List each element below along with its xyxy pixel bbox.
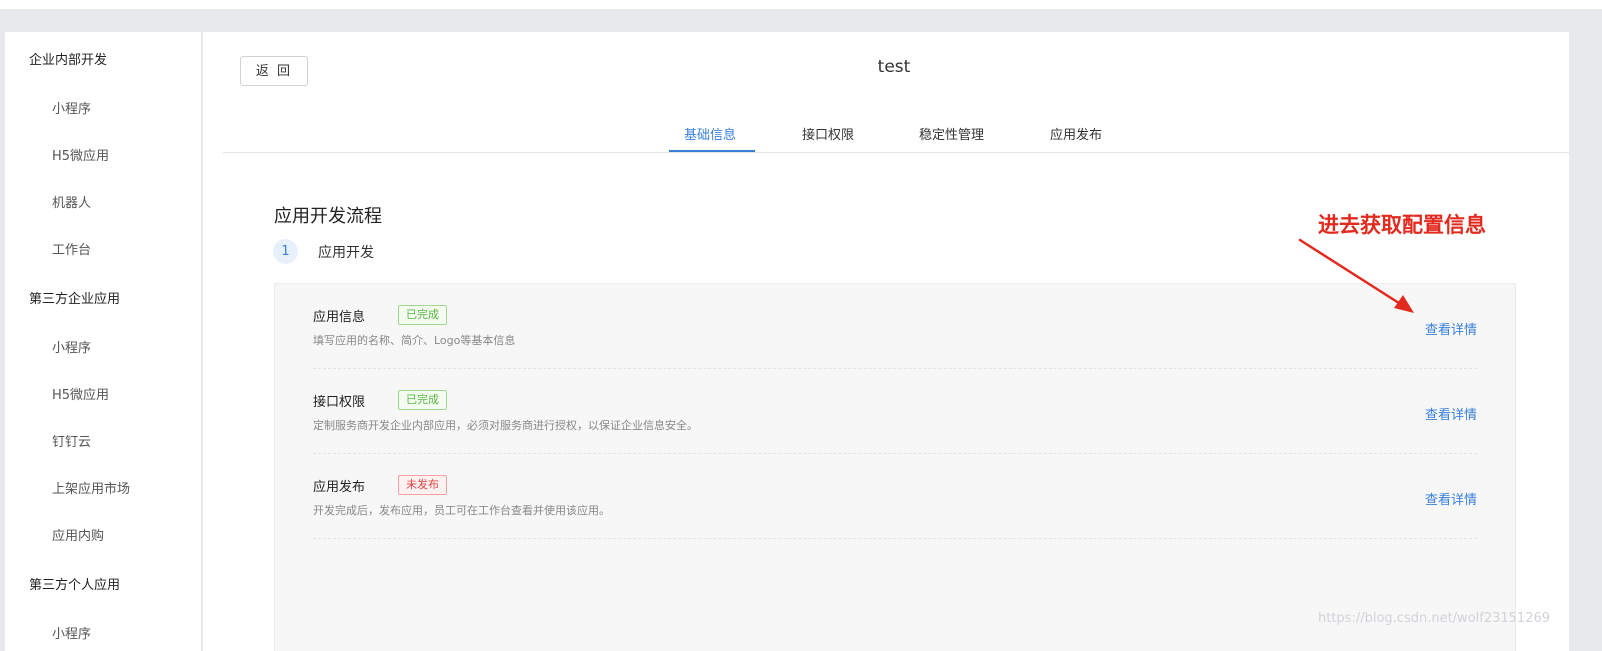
sidebar-item-miniprogram-3[interactable]: 小程序	[52, 623, 91, 642]
status-badge: 已完成	[398, 390, 447, 410]
sidebar-item-workbench[interactable]: 工作台	[52, 239, 91, 258]
sidebar-item-dingtalk-cloud[interactable]: 钉钉云	[52, 431, 91, 450]
sidebar-group-internal-dev[interactable]: 企业内部开发	[29, 49, 107, 68]
step-number-badge: 1	[273, 239, 298, 264]
tab-app-release[interactable]: 应用发布	[1050, 124, 1102, 143]
step-label: 应用开发	[318, 245, 374, 261]
tab-api-permissions[interactable]: 接口权限	[802, 124, 854, 143]
status-badge: 未发布	[398, 475, 447, 495]
sidebar-item-h5-app-2[interactable]: H5微应用	[52, 384, 109, 403]
sidebar-item-h5-app[interactable]: H5微应用	[52, 145, 109, 164]
row-title: 应用信息	[313, 310, 366, 325]
view-details-link[interactable]: 查看详情	[1425, 319, 1477, 338]
sidebar-group-third-party-personal[interactable]: 第三方个人应用	[29, 574, 120, 593]
top-band	[0, 0, 1602, 9]
sidebar-item-miniprogram[interactable]: 小程序	[52, 98, 91, 117]
sidebar-group-third-party-enterprise[interactable]: 第三方企业应用	[29, 288, 120, 307]
sidebar-item-miniprogram-2[interactable]: 小程序	[52, 337, 91, 356]
list-item-api-permissions: 接口权限 已完成 定制服务商开发企业内部应用，必须对服务商进行授权，以保证企业信…	[313, 369, 1477, 454]
main-content: 返 回 test 基础信息 接口权限 稳定性管理 应用发布 应用开发流程 1 应…	[203, 32, 1569, 651]
status-badge: 已完成	[398, 305, 447, 325]
row-title: 接口权限	[313, 395, 366, 410]
row-description: 填写应用的名称、简介、Logo等基本信息	[313, 334, 516, 347]
sidebar: 企业内部开发 小程序 H5微应用 机器人 工作台 第三方企业应用 小程序 H5微…	[5, 32, 201, 651]
tab-basic-info[interactable]: 基础信息	[684, 124, 736, 143]
sidebar-item-app-market[interactable]: 上架应用市场	[52, 478, 130, 497]
watermark: https://blog.csdn.net/wolf23151269	[1318, 611, 1551, 626]
row-title: 应用发布	[313, 480, 366, 495]
section-title: 应用开发流程	[274, 206, 382, 227]
list-item-app-release: 应用发布 未发布 开发完成后，发布应用，员工可在工作台查看并使用该应用。 查看详…	[313, 454, 1477, 539]
view-details-link[interactable]: 查看详情	[1425, 404, 1477, 423]
view-details-link[interactable]: 查看详情	[1425, 489, 1477, 508]
row-divider	[313, 538, 1477, 539]
sidebar-item-robot[interactable]: 机器人	[52, 192, 91, 211]
sidebar-item-in-app-purchase[interactable]: 应用内购	[52, 525, 104, 544]
row-description: 定制服务商开发企业内部应用，必须对服务商进行授权，以保证企业信息安全。	[313, 419, 698, 432]
tabs-divider	[223, 152, 1569, 153]
row-description: 开发完成后，发布应用，员工可在工作台查看并使用该应用。	[313, 504, 610, 517]
tab-stability-management[interactable]: 稳定性管理	[919, 124, 984, 143]
steps-panel: 应用信息 已完成 填写应用的名称、简介、Logo等基本信息 查看详情 接口权限 …	[274, 283, 1516, 651]
app-title: test	[877, 57, 911, 77]
annotation-arrow-icon	[1298, 238, 1414, 313]
